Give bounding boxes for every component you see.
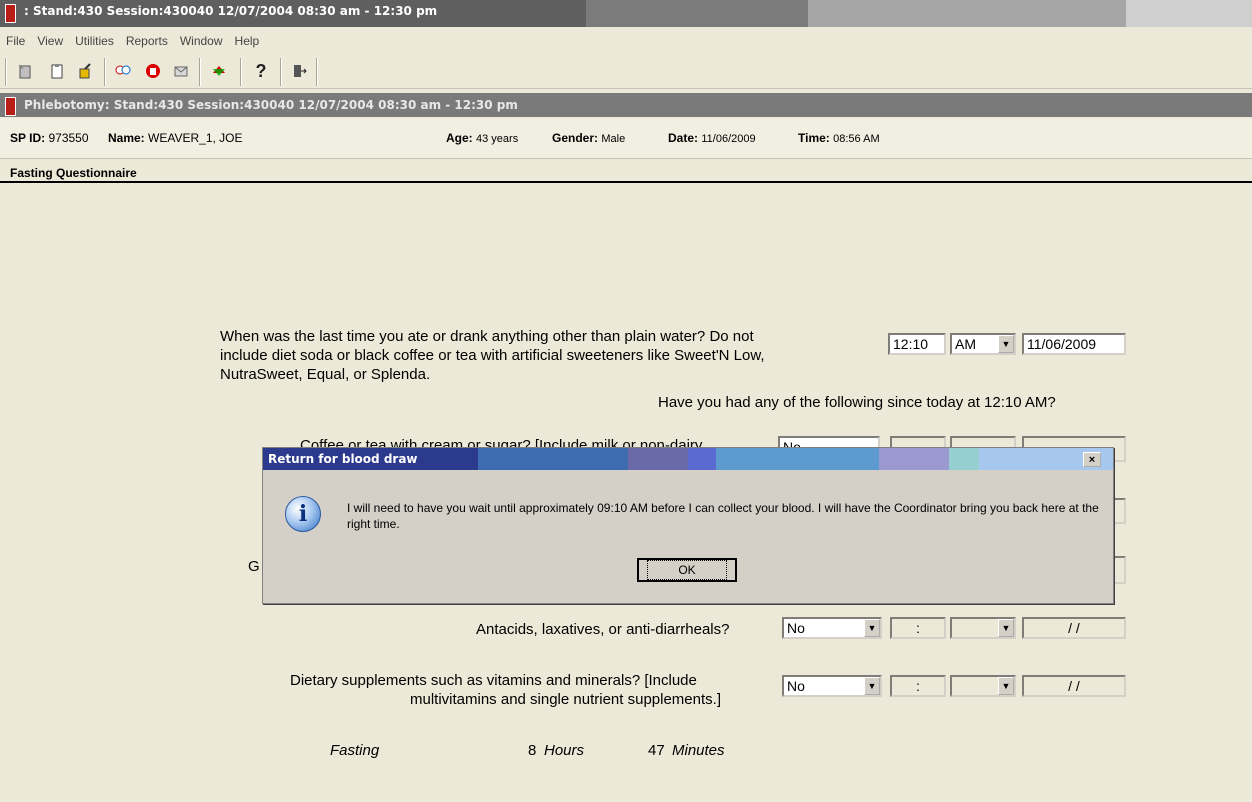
ampm-value: AM bbox=[955, 336, 976, 352]
ok-button-label: OK bbox=[647, 560, 727, 580]
sp-gender-value: Male bbox=[601, 133, 626, 145]
toolbar-separator bbox=[104, 58, 106, 86]
sp-time: Time: 08:56 AM bbox=[798, 131, 880, 145]
supplements-date-input[interactable]: / / bbox=[1022, 675, 1126, 697]
sp-name: Name: WEAVER_1, JOE bbox=[108, 131, 243, 145]
fasting-minutes-value: 47 bbox=[648, 742, 665, 759]
hidden-row-label: G bbox=[248, 558, 260, 575]
fasting-minutes-label: Minutes bbox=[672, 742, 725, 759]
toolbar-separator bbox=[240, 58, 242, 86]
toolbar-separator bbox=[280, 58, 282, 86]
last-ate-time-input[interactable]: 12:10 bbox=[888, 333, 946, 355]
toolbar-separator bbox=[316, 58, 318, 86]
return-for-blood-draw-dialog: Return for blood draw × i I will need to… bbox=[262, 447, 1114, 604]
menu-file[interactable]: File bbox=[0, 34, 31, 48]
toolbar: ? bbox=[0, 54, 1252, 89]
sp-date-label: Date: bbox=[668, 131, 699, 145]
supplements-label-line-1: Dietary supplements such as vitamins and… bbox=[290, 672, 697, 689]
envelope-icon[interactable] bbox=[170, 60, 192, 82]
antacids-ampm-select[interactable]: ▼ bbox=[950, 617, 1016, 639]
chevron-down-icon[interactable]: ▼ bbox=[998, 677, 1014, 695]
last-ate-ampm-select[interactable]: AM ▼ bbox=[950, 333, 1016, 355]
exit-icon[interactable] bbox=[288, 60, 310, 82]
question-line-2: include diet soda or black coffee or tea… bbox=[220, 347, 765, 364]
sp-id: SP ID: 973550 bbox=[10, 131, 89, 145]
sp-age-value: 43 years bbox=[476, 133, 519, 145]
supplements-ampm-select[interactable]: ▼ bbox=[950, 675, 1016, 697]
dialog-message: I will need to have you wait until appro… bbox=[347, 501, 1099, 531]
sp-time-value: 08:56 AM bbox=[833, 133, 880, 145]
toolbar-separator bbox=[5, 58, 7, 86]
antacids-select[interactable]: No ▼ bbox=[782, 617, 882, 639]
sp-gender-label: Gender: bbox=[552, 131, 599, 145]
help-icon[interactable]: ? bbox=[250, 60, 272, 82]
sp-time-label: Time: bbox=[798, 131, 830, 145]
chevron-down-icon[interactable]: ▼ bbox=[998, 619, 1014, 637]
fasting-hours-label: Hours bbox=[544, 742, 585, 759]
pipette-icon[interactable] bbox=[74, 60, 96, 82]
sp-name-label: Name: bbox=[108, 131, 145, 145]
section-title: Fasting Questionnaire bbox=[10, 166, 137, 180]
window-title: : Stand:430 Session:430040 12/07/2004 08… bbox=[24, 4, 438, 18]
antacids-date-input[interactable]: / / bbox=[1022, 617, 1126, 639]
subwindow-icon bbox=[5, 97, 16, 116]
dialog-title: Return for blood draw bbox=[268, 452, 418, 466]
sp-date-value: 11/06/2009 bbox=[701, 133, 756, 145]
section-divider bbox=[0, 181, 1252, 183]
sp-date: Date: 11/06/2009 bbox=[668, 131, 756, 145]
clipboard-icon[interactable] bbox=[46, 60, 68, 82]
antacids-label: Antacids, laxatives, or anti-diarrheals? bbox=[476, 621, 730, 638]
menu-view[interactable]: View bbox=[31, 34, 69, 48]
last-ate-date-input[interactable]: 11/06/2009 bbox=[1022, 333, 1126, 355]
close-icon[interactable]: × bbox=[1083, 452, 1101, 467]
subwindow-title: Phlebotomy: Stand:430 Session:430040 12/… bbox=[24, 98, 518, 112]
question-line-3: NutraSweet, Equal, or Splenda. bbox=[220, 366, 431, 383]
sp-id-value: 973550 bbox=[48, 131, 89, 145]
sp-age: Age: 43 years bbox=[446, 131, 518, 145]
supplements-select[interactable]: No ▼ bbox=[782, 675, 882, 697]
supplements-label-line-2: multivitamins and single nutrient supple… bbox=[410, 691, 721, 708]
sp-age-label: Age: bbox=[446, 131, 473, 145]
search-people-icon[interactable] bbox=[112, 60, 134, 82]
antacids-value: No bbox=[787, 620, 805, 636]
menu-help[interactable]: Help bbox=[229, 34, 266, 48]
supplements-value: No bbox=[787, 678, 805, 694]
question-line-1: When was the last time you ate or drank … bbox=[220, 328, 754, 345]
chevron-down-icon[interactable]: ▼ bbox=[864, 619, 880, 637]
new-icon[interactable] bbox=[14, 60, 36, 82]
menu-utilities[interactable]: Utilities bbox=[69, 34, 120, 48]
sp-name-value: WEAVER_1, JOE bbox=[148, 131, 243, 145]
exchange-icon[interactable] bbox=[208, 60, 230, 82]
app-icon bbox=[5, 4, 16, 23]
sp-gender: Gender: Male bbox=[552, 131, 625, 145]
menu-window[interactable]: Window bbox=[174, 34, 229, 48]
toolbar-separator bbox=[199, 58, 201, 86]
sp-id-label: SP ID: bbox=[10, 131, 46, 145]
fasting-hours-value: 8 bbox=[528, 742, 537, 759]
chevron-down-icon[interactable]: ▼ bbox=[998, 335, 1014, 353]
chevron-down-icon[interactable]: ▼ bbox=[864, 677, 880, 695]
supplements-time-input[interactable]: : bbox=[890, 675, 946, 697]
since-text: Have you had any of the following since … bbox=[658, 394, 1056, 411]
menu-bar: File View Utilities Reports Window Help bbox=[0, 30, 265, 52]
fasting-label: Fasting bbox=[330, 742, 380, 759]
antacids-time-input[interactable]: : bbox=[890, 617, 946, 639]
ok-button[interactable]: OK bbox=[637, 558, 737, 582]
info-icon: i bbox=[285, 496, 321, 532]
menu-reports[interactable]: Reports bbox=[120, 34, 174, 48]
stop-hand-icon[interactable] bbox=[142, 60, 164, 82]
